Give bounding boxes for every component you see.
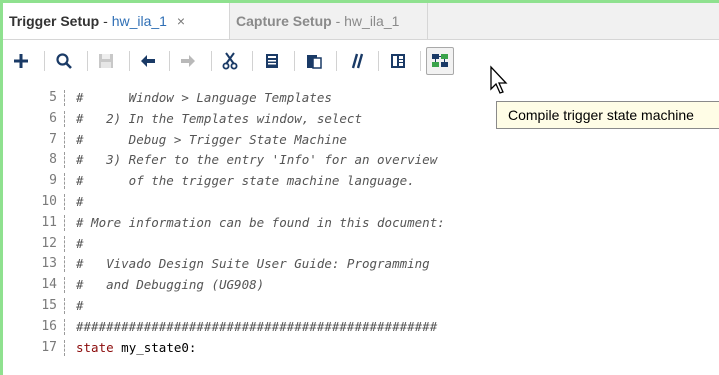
- line-number: 7: [49, 131, 57, 147]
- code-text: # Debug > Trigger State Machine: [76, 131, 347, 147]
- line-number: 8: [49, 152, 57, 168]
- code-line[interactable]: 15 #: [3, 296, 719, 316]
- undo-icon: [141, 55, 155, 67]
- tooltip: Compile trigger state machine: [496, 101, 719, 129]
- line-number: 5: [49, 90, 57, 105]
- paste-icon: [307, 55, 322, 69]
- tab-separator: -: [331, 13, 345, 29]
- gutter-guide: [64, 214, 65, 231]
- line-number: 6: [49, 110, 57, 126]
- gutter-guide: [64, 277, 65, 294]
- toolbar-divider: [294, 51, 295, 71]
- code-text: # More information can be found in this …: [76, 214, 445, 230]
- toolbar-divider: [252, 51, 253, 71]
- code-text: state my_state0:: [76, 340, 196, 355]
- line-number: 12: [41, 235, 57, 251]
- insert-template-button[interactable]: [385, 48, 411, 74]
- line-number: 13: [41, 256, 57, 272]
- save-button[interactable]: [93, 48, 119, 74]
- tab-separator: -: [99, 13, 112, 29]
- toolbar-divider: [378, 51, 379, 71]
- code-line[interactable]: 10 #: [3, 192, 719, 212]
- tab-title: Capture Setup: [236, 13, 332, 29]
- cut-icon: [222, 52, 238, 70]
- gutter-guide: [64, 90, 65, 106]
- line-number: 15: [41, 298, 57, 313]
- gutter-guide: [64, 152, 65, 169]
- code-text: #: [76, 194, 84, 209]
- identifier-token: my_state0:: [113, 339, 197, 355]
- code-text: #: [76, 298, 84, 313]
- toolbar-divider: [169, 51, 170, 71]
- code-text: ########################################…: [76, 318, 438, 334]
- line-number: 16: [41, 318, 57, 334]
- gutter-guide: [64, 256, 65, 273]
- tab-capture-setup[interactable]: Capture Setup - hw_ila_1: [230, 3, 428, 39]
- code-text: #: [76, 235, 84, 251]
- paste-button[interactable]: [301, 48, 327, 74]
- code-line[interactable]: 7 # Debug > Trigger State Machine: [3, 130, 719, 150]
- line-number: 11: [41, 214, 57, 230]
- search-button[interactable]: [51, 48, 77, 74]
- line-number: 10: [41, 194, 57, 209]
- gutter-guide: [64, 110, 65, 127]
- code-text: # of the trigger state machine language.: [76, 173, 415, 189]
- gutter-guide: [64, 194, 65, 210]
- tab-title: Trigger Setup: [9, 13, 100, 29]
- code-line[interactable]: 17 state my_state0:: [3, 338, 719, 358]
- redo-button[interactable]: [175, 48, 201, 74]
- save-icon: [99, 54, 113, 68]
- add-icon: [14, 54, 28, 68]
- code-line[interactable]: 16 ######################################…: [3, 317, 719, 337]
- code-editor[interactable]: 5 # Window > Language Templates 6 # 2) In t…: [3, 88, 719, 375]
- code-line[interactable]: 14 # and Debugging (UG908): [3, 275, 719, 295]
- line-number: 14: [41, 277, 57, 293]
- gutter-guide: [64, 318, 65, 335]
- code-text: # 3) Refer to the entry 'Info' for an ov…: [76, 152, 438, 168]
- compile-button[interactable]: [426, 47, 454, 75]
- editor-toolbar: [3, 40, 719, 80]
- code-line[interactable]: 8 # 3) Refer to the entry 'Info' for an o…: [3, 150, 719, 170]
- tab-bar: Trigger Setup - hw_ila_1 × Capture Setup…: [3, 3, 719, 40]
- insert-template-icon: [391, 54, 405, 68]
- comment-toggle-icon: [351, 53, 364, 69]
- add-button[interactable]: [8, 48, 34, 74]
- line-number: 9: [49, 173, 57, 189]
- keyword-token: state: [76, 339, 114, 355]
- copy-button[interactable]: [259, 48, 285, 74]
- code-text: # 2) In the Templates window, select: [76, 110, 362, 126]
- tab-trigger-setup[interactable]: Trigger Setup - hw_ila_1 ×: [3, 3, 230, 39]
- tooltip-text: Compile trigger state machine: [508, 107, 694, 123]
- gutter-guide: [64, 339, 65, 356]
- comment-toggle-button[interactable]: [343, 48, 369, 74]
- code-line[interactable]: 12 #: [3, 234, 719, 254]
- undo-button[interactable]: [135, 48, 161, 74]
- toolbar-divider: [129, 51, 130, 71]
- code-text: # and Debugging (UG908): [76, 277, 265, 293]
- gutter-guide: [64, 298, 65, 314]
- tab-subtitle: hw_ila_1: [111, 13, 167, 29]
- close-icon[interactable]: ×: [177, 13, 185, 29]
- code-text: # Vivado Design Suite User Guide: Progra…: [76, 256, 430, 272]
- toolbar-divider: [44, 51, 45, 71]
- code-text: # Window > Language Templates: [76, 90, 332, 105]
- copy-icon: [266, 54, 278, 68]
- gutter-guide: [64, 235, 65, 252]
- line-number: 17: [41, 339, 57, 355]
- toolbar-divider: [420, 51, 421, 71]
- toolbar-divider: [211, 51, 212, 71]
- code-line[interactable]: 11 # More information can be found in thi…: [3, 213, 719, 233]
- toolbar-divider: [336, 51, 337, 71]
- search-icon: [56, 53, 72, 69]
- tab-subtitle: hw_ila_1: [344, 13, 400, 29]
- compile-icon: [432, 54, 448, 67]
- cut-button[interactable]: [217, 48, 243, 74]
- code-line[interactable]: 9 # of the trigger state machine language…: [3, 171, 719, 191]
- code-line[interactable]: 13 # Vivado Design Suite User Guide: Prog…: [3, 254, 719, 274]
- redo-icon: [181, 55, 195, 67]
- gutter-guide: [64, 173, 65, 190]
- gutter-guide: [64, 131, 65, 148]
- toolbar-divider: [87, 51, 88, 71]
- mouse-cursor-icon: [490, 65, 508, 94]
